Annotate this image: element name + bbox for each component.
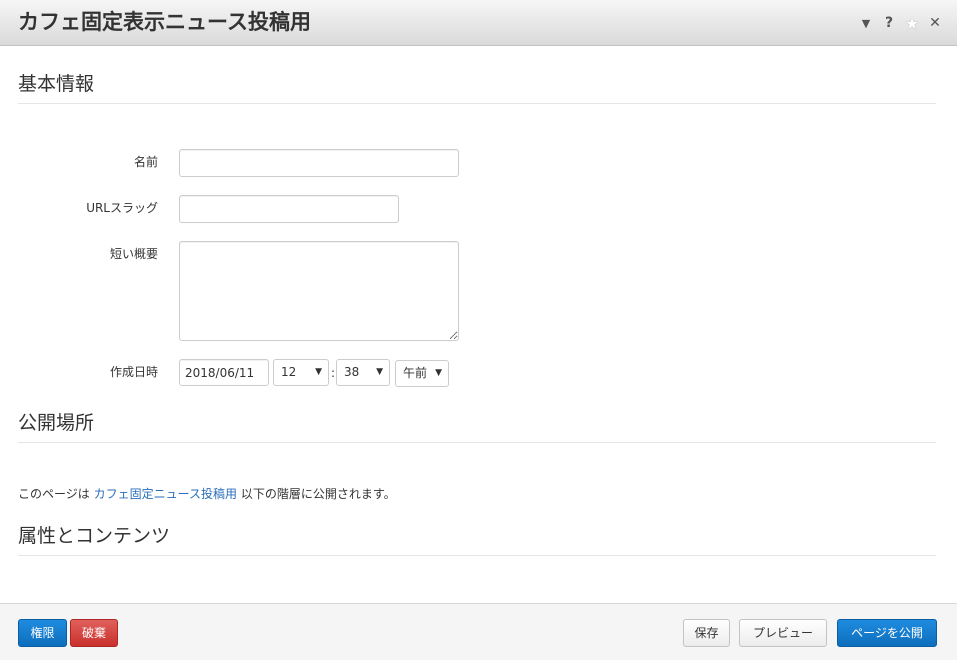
publish-page-button[interactable]: ページを公開 (837, 619, 937, 647)
summary-label: 短い概要 (109, 247, 158, 261)
minute-select[interactable]: 38 ▼ (336, 359, 390, 386)
publish-location-text: このページは カフェ固定ニュース投稿用 以下の階層に公開されます。 (18, 486, 396, 502)
discard-button[interactable]: 破棄 (70, 619, 118, 647)
dialog-footer: 権限 破棄 保存 プレビュー ページを公開 (0, 603, 957, 660)
summary-textarea[interactable] (179, 241, 459, 341)
chevron-down-icon: ▼ (315, 367, 322, 377)
dialog-titlebar: カフェ固定表示ニュース投稿用 ▼ ? ★ ✕ (0, 0, 957, 46)
created-date-label: 作成日時 (109, 365, 158, 379)
hour-select-value: 12 (281, 365, 297, 379)
close-icon[interactable]: ✕ (925, 13, 945, 33)
name-input[interactable] (179, 149, 459, 177)
publish-text-prefix: このページは (18, 487, 90, 501)
permissions-button[interactable]: 権限 (18, 619, 67, 647)
collapse-icon[interactable]: ▼ (856, 13, 876, 33)
publish-text-suffix: 以下の階層に公開されます。 (240, 487, 396, 501)
dialog-title: カフェ固定表示ニュース投稿用 (18, 10, 311, 34)
section-heading-basic-info: 基本情報 (18, 71, 936, 104)
ampm-select[interactable]: 午前 ▼ (395, 360, 449, 387)
time-separator: : (331, 366, 336, 380)
save-button[interactable]: 保存 (683, 619, 730, 647)
section-heading-publish-location: 公開場所 (18, 410, 936, 443)
star-icon[interactable]: ★ (902, 13, 922, 33)
date-input[interactable] (179, 359, 269, 386)
section-heading-attributes: 属性とコンテンツ (18, 523, 936, 556)
name-label: 名前 (133, 155, 158, 169)
preview-button[interactable]: プレビュー (739, 619, 827, 647)
parent-page-link[interactable]: カフェ固定ニュース投稿用 (94, 487, 237, 501)
url-slug-input[interactable] (179, 195, 399, 223)
minute-select-value: 38 (344, 365, 360, 379)
url-slug-label: URLスラッグ (86, 201, 158, 215)
chevron-down-icon: ▼ (435, 368, 442, 378)
chevron-down-icon: ▼ (376, 367, 383, 377)
ampm-select-value: 午前 (403, 366, 428, 380)
hour-select[interactable]: 12 ▼ (273, 359, 329, 386)
help-icon[interactable]: ? (879, 13, 899, 33)
dialog-tools: ▼ ? ★ ✕ (853, 13, 945, 33)
